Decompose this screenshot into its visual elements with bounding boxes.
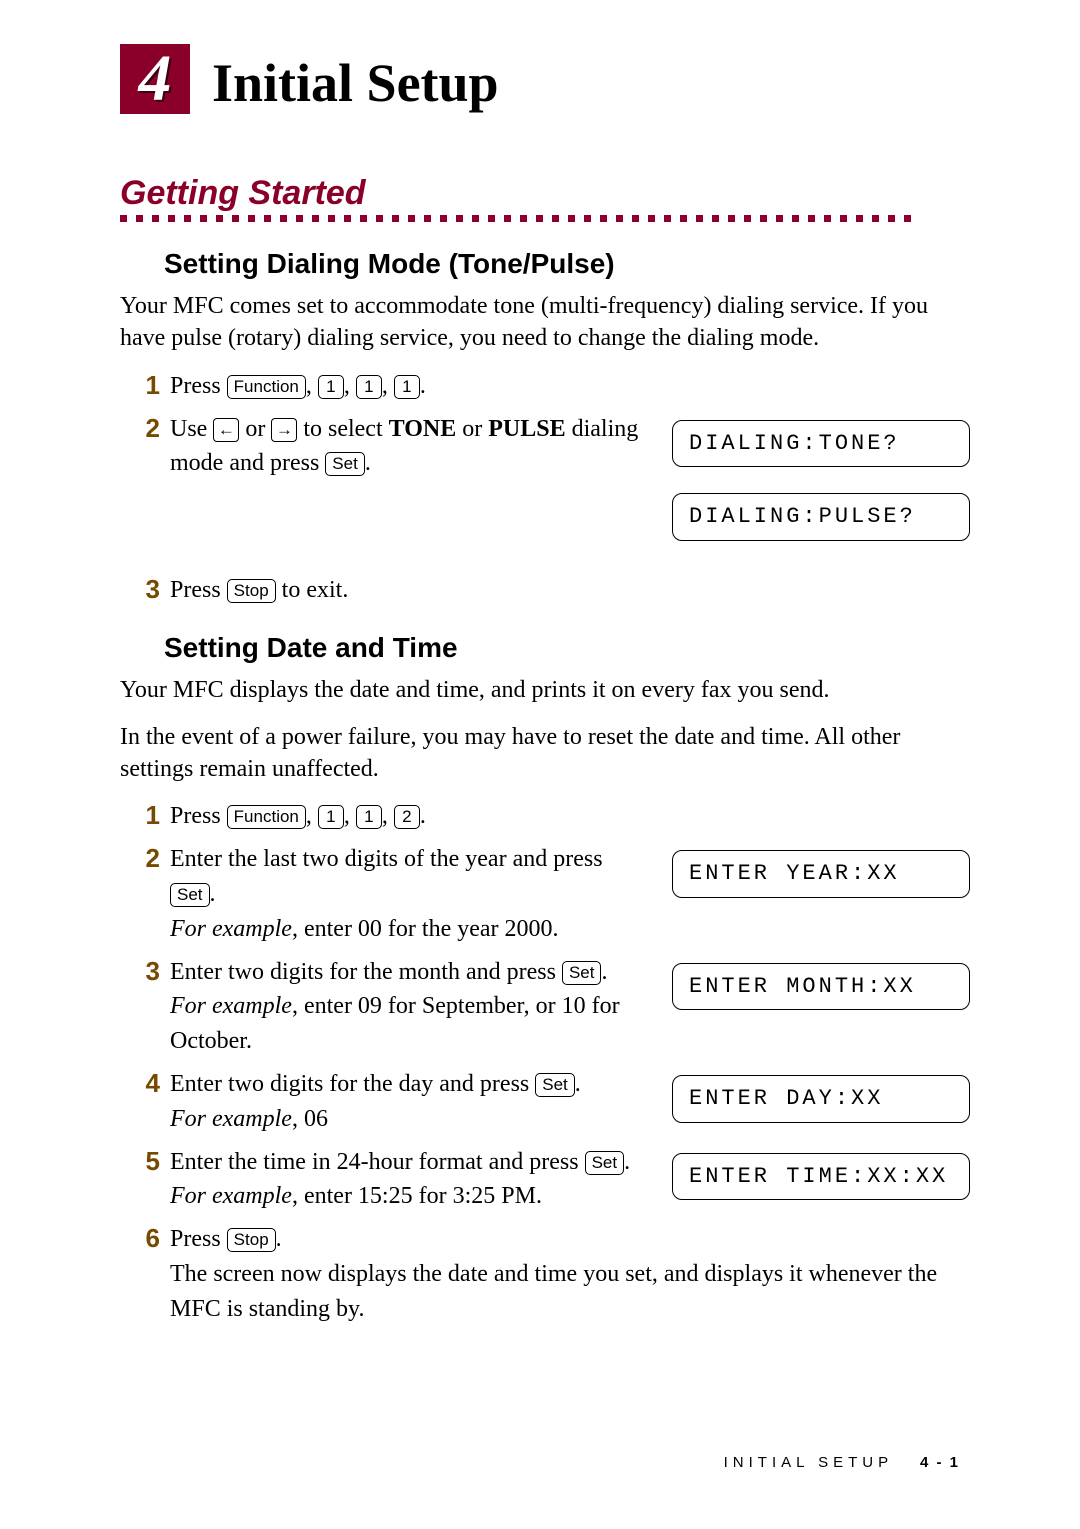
running-head: INITIAL SETUP: [724, 1454, 893, 1471]
text: or: [245, 416, 271, 442]
chapter-title: Initial Setup: [212, 56, 499, 114]
arrow-right-icon: →: [271, 418, 297, 442]
key-set: Set: [170, 883, 210, 907]
key-1: 1: [394, 375, 420, 399]
dialing-step-1: 1 Press Function, 1, 1, 1.: [124, 369, 970, 404]
text: Enter the time in 24-hour format and pre…: [170, 1149, 585, 1175]
step-number: 5: [124, 1145, 170, 1179]
section-heading: Getting Started: [120, 174, 970, 213]
key-set: Set: [535, 1073, 575, 1097]
datetime-step-5: 5 Enter the time in 24-hour format and p…: [124, 1145, 970, 1215]
datetime-step-2: 2 Enter the last two digits of the year …: [124, 842, 970, 946]
lcd-enter-day: ENTER DAY:XX: [672, 1075, 970, 1123]
step-number: 2: [124, 412, 170, 446]
text: Press: [170, 577, 227, 603]
dialing-step-3: 3 Press Stop to exit.: [124, 573, 970, 608]
example-label: For example: [170, 993, 292, 1019]
text: Enter two digits for the day and press: [170, 1071, 535, 1097]
key-set: Set: [585, 1151, 625, 1175]
step-number: 6: [124, 1222, 170, 1256]
example-label: For example: [170, 1106, 292, 1132]
datetime-step-3: 3 Enter two digits for the month and pre…: [124, 955, 970, 1059]
step-number: 3: [124, 573, 170, 607]
page: 4 Initial Setup Getting Started Setting …: [0, 0, 1080, 1416]
key-1: 1: [356, 805, 382, 829]
text: Use: [170, 416, 213, 442]
lcd-dialing-tone: DIALING:TONE?: [672, 420, 970, 468]
text: Enter two digits for the month and press: [170, 959, 562, 985]
step-number: 3: [124, 955, 170, 989]
text: Enter the last two digits of the year an…: [170, 846, 603, 872]
datetime-p1: Your MFC displays the date and time, and…: [120, 674, 970, 706]
datetime-p2: In the event of a power failure, you may…: [120, 721, 970, 786]
key-function: Function: [227, 805, 306, 829]
example-text: , enter 15:25 for 3:25 PM.: [292, 1183, 542, 1209]
example-text: , 06: [292, 1106, 328, 1132]
subsection-dialing-heading: Setting Dialing Mode (Tone/Pulse): [164, 248, 970, 280]
key-2: 2: [394, 805, 420, 829]
dotted-rule: [120, 215, 970, 222]
dialing-step-2: 2 Use ← or → to select TONE or PULSE dia…: [124, 412, 970, 548]
text-bold: TONE: [389, 416, 457, 442]
lcd-enter-time: ENTER TIME:XX:XX: [672, 1153, 970, 1201]
example-label: For example: [170, 916, 292, 942]
page-footer: INITIAL SETUP 4 - 1: [724, 1454, 960, 1471]
step-number: 1: [124, 369, 170, 403]
key-stop: Stop: [227, 1228, 276, 1252]
text: Press: [170, 1226, 227, 1252]
chapter-number-box: 4: [120, 44, 190, 114]
key-set: Set: [562, 961, 602, 985]
page-number: 4 - 1: [920, 1454, 960, 1471]
chapter-banner: 4 Initial Setup: [120, 44, 970, 114]
key-1: 1: [318, 805, 344, 829]
datetime-step-6: 6 Press Stop. The screen now displays th…: [124, 1222, 970, 1326]
datetime-step-4: 4 Enter two digits for the day and press…: [124, 1067, 970, 1137]
text: The screen now displays the date and tim…: [170, 1261, 937, 1322]
arrow-left-icon: ←: [213, 418, 239, 442]
chapter-number: 4: [139, 46, 172, 112]
dialing-intro: Your MFC comes set to accommodate tone (…: [120, 290, 970, 355]
key-1: 1: [356, 375, 382, 399]
subsection-datetime-heading: Setting Date and Time: [164, 632, 970, 664]
text: Press: [170, 803, 227, 829]
step-number: 1: [124, 799, 170, 833]
text: Press: [170, 373, 227, 399]
example-text: , enter 00 for the year 2000.: [292, 916, 559, 942]
key-1: 1: [318, 375, 344, 399]
example-label: For example: [170, 1183, 292, 1209]
datetime-step-1: 1 Press Function, 1, 1, 2.: [124, 799, 970, 834]
key-set: Set: [325, 452, 365, 476]
key-function: Function: [227, 375, 306, 399]
step-number: 2: [124, 842, 170, 876]
step-number: 4: [124, 1067, 170, 1101]
key-stop: Stop: [227, 579, 276, 603]
text: to select: [303, 416, 388, 442]
lcd-enter-month: ENTER MONTH:XX: [672, 963, 970, 1011]
text: or: [462, 416, 488, 442]
text: to exit.: [282, 577, 349, 603]
text-bold: PULSE: [488, 416, 565, 442]
lcd-dialing-pulse: DIALING:PULSE?: [672, 493, 970, 541]
lcd-enter-year: ENTER YEAR:XX: [672, 850, 970, 898]
